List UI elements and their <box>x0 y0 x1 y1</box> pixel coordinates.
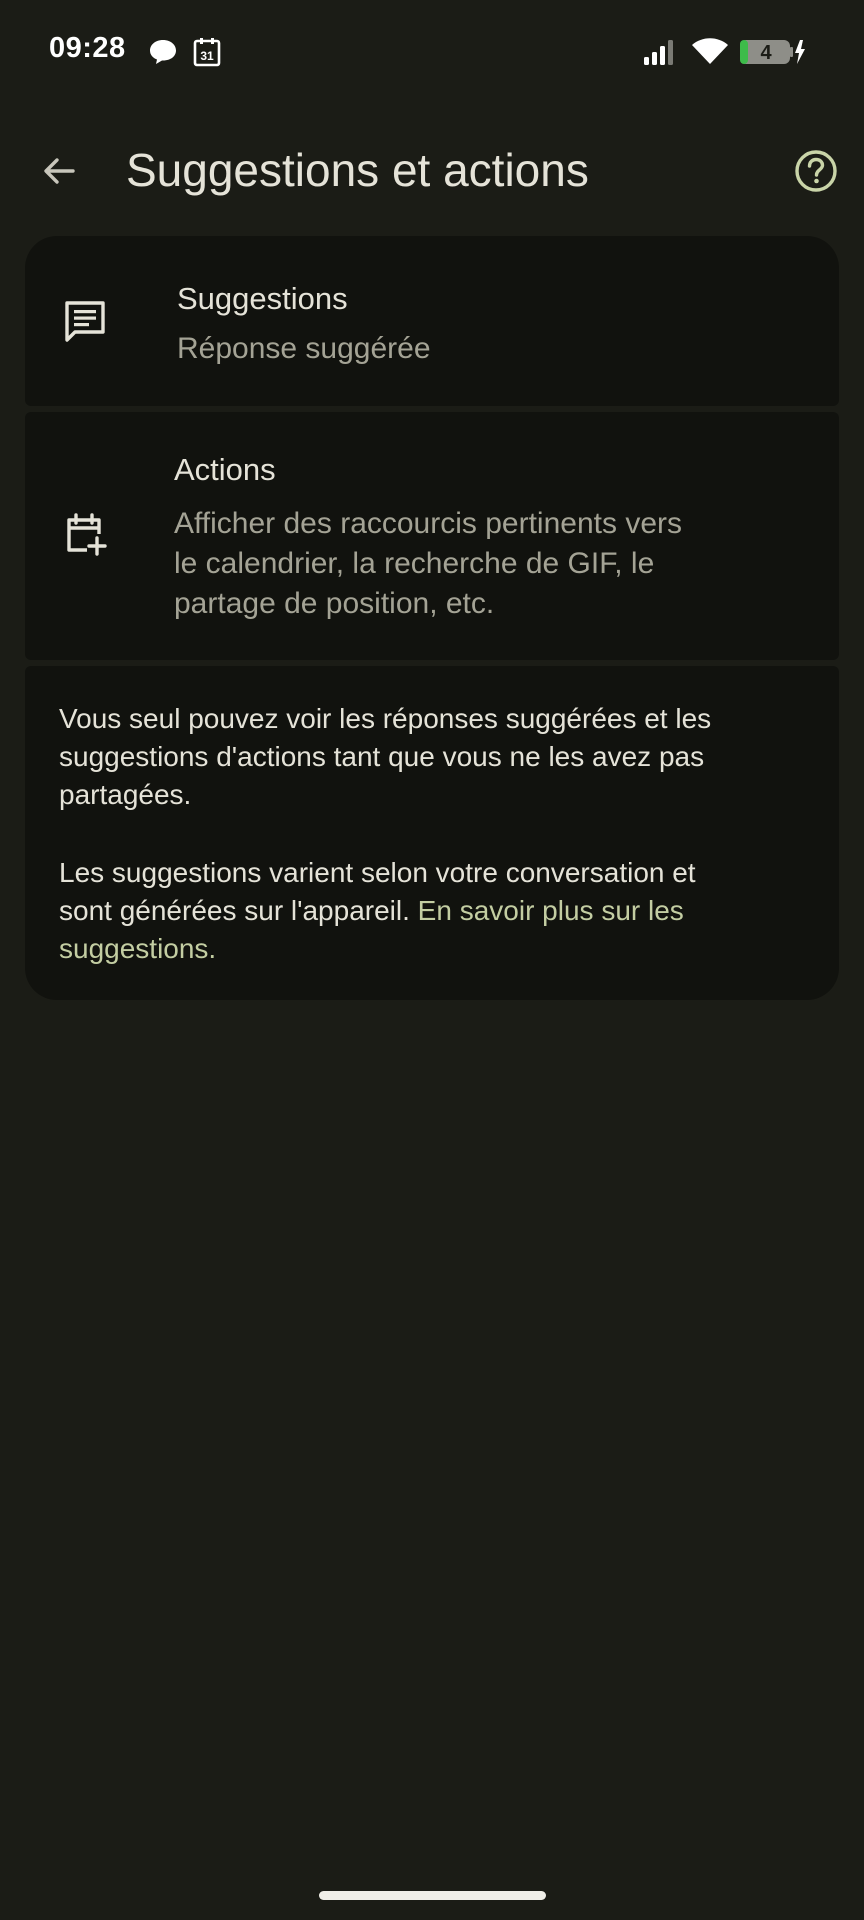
info-card: Vous seul pouvez voir les réponses suggé… <box>25 666 839 1000</box>
status-time: 09:28 <box>49 32 126 64</box>
battery-charging-icon: 4 <box>740 40 805 64</box>
on-device-note-line-1: Les suggestions varient selon votre conv… <box>59 857 696 888</box>
back-button[interactable] <box>30 142 88 200</box>
calendar-add-icon <box>61 510 109 558</box>
calendar-31-icon: 31 <box>193 38 221 67</box>
learn-more-link-part-1[interactable]: En savoir plus sur les <box>418 895 684 926</box>
on-device-note-line-3: suggestions. <box>59 930 819 968</box>
chat-bubble-icon <box>150 40 176 64</box>
privacy-note: Vous seul pouvez voir les réponses suggé… <box>59 700 819 814</box>
actions-title: Actions <box>174 452 276 487</box>
help-circle-icon <box>795 150 837 192</box>
on-device-note-text: sont générées sur l'appareil. <box>59 895 418 926</box>
svg-text:4: 4 <box>760 42 772 64</box>
status-bar: 09:28 31 4 <box>0 0 864 100</box>
learn-more-link-part-2[interactable]: suggestions. <box>59 933 216 964</box>
suggestions-subtitle: Réponse suggérée <box>177 332 431 365</box>
actions-subtitle-line-2: le calendrier, la recherche de GIF, le <box>174 547 655 580</box>
help-button[interactable] <box>787 142 845 200</box>
svg-text:31: 31 <box>200 49 214 63</box>
signal-icon <box>644 40 673 65</box>
privacy-note-line-2: suggestions d'actions tant que vous ne l… <box>59 741 705 772</box>
suggestions-setting-row[interactable] <box>25 236 839 406</box>
actions-subtitle-line-1: Afficher des raccourcis pertinents vers <box>174 507 682 540</box>
on-device-note: Les suggestions varient selon votre conv… <box>59 854 819 968</box>
top-app-bar: Suggestions et actions <box>0 120 864 220</box>
arrow-back-icon <box>44 158 75 184</box>
suggestions-title: Suggestions <box>177 281 348 316</box>
actions-subtitle-line-3: partage de position, etc. <box>174 587 495 620</box>
home-indicator[interactable] <box>319 1891 546 1900</box>
wifi-icon <box>692 38 728 64</box>
privacy-note-line-1: Vous seul pouvez voir les réponses suggé… <box>59 703 712 734</box>
message-lines-icon <box>61 298 109 346</box>
privacy-note-line-3: partagées. <box>59 779 192 810</box>
on-device-note-line-2: sont générées sur l'appareil. En savoir … <box>59 892 819 930</box>
page-title: Suggestions et actions <box>126 144 589 196</box>
